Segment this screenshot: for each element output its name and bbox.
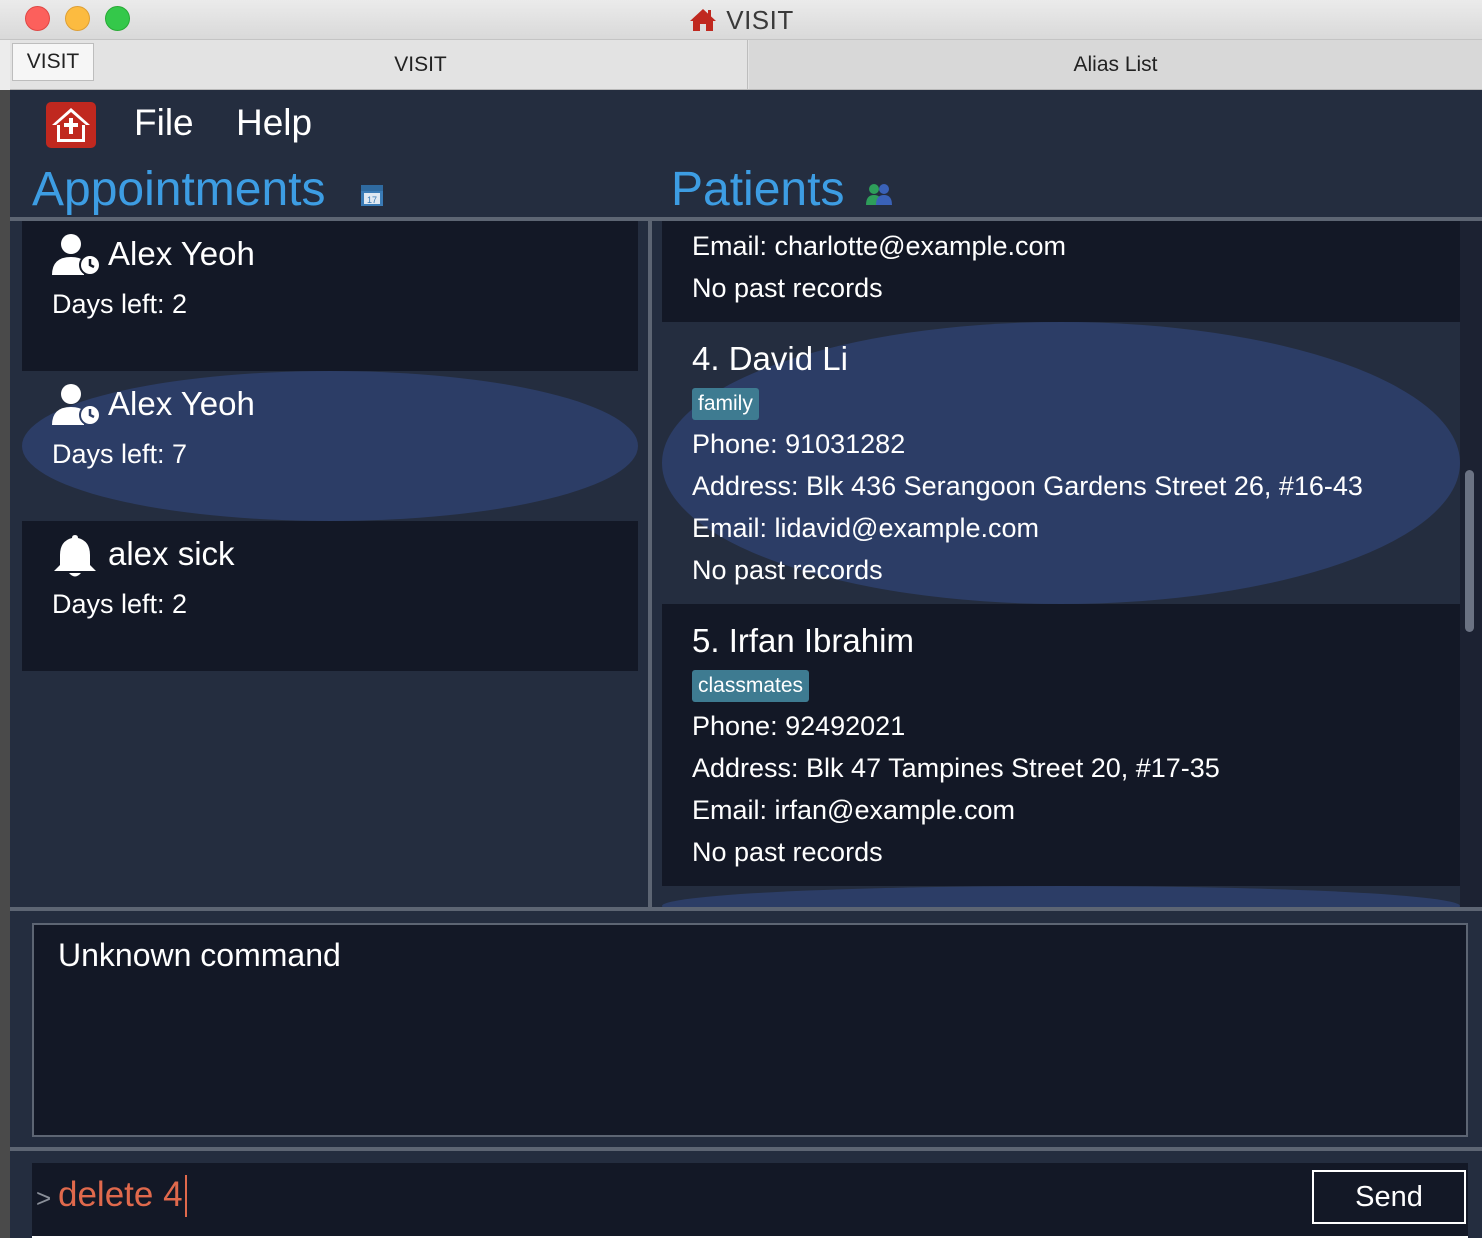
person-clock-icon — [52, 384, 101, 426]
calendar-icon: 17 — [361, 185, 383, 206]
send-button[interactable]: Send — [1312, 1170, 1466, 1224]
app-logo-icon — [46, 102, 96, 148]
result-text: Unknown command — [58, 937, 341, 973]
pane-splitter[interactable] — [648, 221, 652, 907]
patient-address: Address: Blk 436 Serangoon Gardens Stree… — [692, 471, 1363, 501]
patient-tag: classmates — [692, 670, 810, 702]
patient-records: No past records — [692, 555, 883, 585]
svg-text:17: 17 — [367, 195, 377, 205]
patient-email: Email: charlotte@example.com — [692, 231, 1067, 261]
person-clock-icon — [52, 234, 101, 276]
list-divider — [10, 907, 1482, 911]
patient-records: No past records — [692, 837, 883, 867]
title-bar: VISIT — [0, 0, 1482, 40]
patients-title: Patients — [671, 163, 845, 216]
patient-email: Email: irfan@example.com — [692, 795, 1016, 825]
house-icon — [690, 9, 717, 31]
command-box[interactable]: > delete 4 Send — [32, 1163, 1468, 1238]
appointment-days-left: Days left: 2 — [52, 289, 188, 319]
patients-list: Email: charlotte@example.com No past rec… — [662, 221, 1460, 907]
patient-records: No past records — [692, 273, 883, 303]
appointments-title: Appointments — [32, 163, 326, 216]
appointments-list: Alex Yeoh Days left: 2 Alex Yeoh Days le… — [22, 221, 638, 907]
app-window: VISIT VISIT VISIT Alias List File Help A… — [0, 0, 1482, 1238]
appointment-card-selected[interactable]: Alex Yeoh Days left: 7 — [22, 371, 638, 521]
patient-card-selected[interactable]: 4. David Li family Phone: 91031282 Addre… — [662, 322, 1460, 604]
patient-name: 5. Irfan Ibrahim — [692, 622, 914, 659]
patients-group-icon — [866, 184, 892, 205]
tab-visit[interactable]: VISIT — [94, 40, 748, 89]
patient-phone: Phone: 92492021 — [692, 711, 906, 741]
window-edge — [0, 90, 10, 1238]
appointment-card[interactable]: alex sick Days left: 2 — [22, 521, 638, 671]
menu-file[interactable]: File — [134, 102, 194, 144]
patient-card[interactable]: 5. Irfan Ibrahim classmates Phone: 92492… — [662, 604, 1460, 886]
result-divider — [10, 1147, 1482, 1151]
appointment-name: alex sick — [108, 535, 235, 572]
tab-alias-list[interactable]: Alias List — [749, 40, 1482, 89]
menu-bar: File Help — [10, 90, 1482, 160]
patient-phone: Phone: 91031282 — [692, 429, 906, 459]
appointment-days-left: Days left: 7 — [52, 439, 188, 469]
patient-email: Email: lidavid@example.com — [692, 513, 1040, 543]
main-area: File Help Appointments 17 Patients Alex … — [10, 90, 1482, 1238]
tab-visit-mini[interactable]: VISIT — [12, 43, 94, 81]
result-display: Unknown command — [32, 923, 1468, 1137]
window-title: VISIT — [726, 4, 794, 35]
appointment-name: Alex Yeoh — [108, 385, 255, 422]
patient-card[interactable]: Email: charlotte@example.com No past rec… — [662, 221, 1460, 322]
patient-card[interactable] — [662, 886, 1460, 907]
menu-help[interactable]: Help — [236, 102, 312, 144]
patient-name: 4. David Li — [692, 340, 848, 377]
patient-tag: family — [692, 388, 759, 420]
tab-bar: VISIT VISIT Alias List — [10, 40, 1482, 90]
appointment-name: Alex Yeoh — [108, 235, 255, 272]
appointment-days-left: Days left: 2 — [52, 589, 188, 619]
bell-icon — [54, 535, 96, 577]
patients-scrollbar-thumb[interactable] — [1465, 470, 1474, 632]
appointment-card[interactable]: Alex Yeoh Days left: 2 — [22, 221, 638, 371]
patient-address: Address: Blk 47 Tampines Street 20, #17-… — [692, 753, 1220, 783]
command-input[interactable]: delete 4 — [58, 1175, 183, 1215]
text-caret — [185, 1175, 187, 1217]
command-prompt: > — [36, 1183, 52, 1213]
